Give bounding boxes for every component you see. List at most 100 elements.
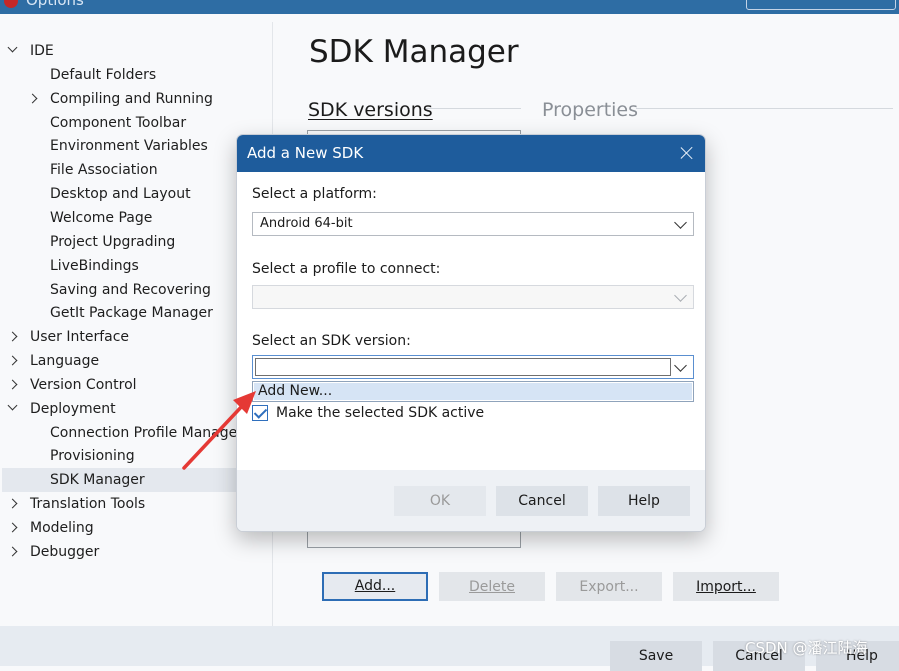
save-button-label: Save bbox=[638, 648, 674, 664]
tree-item-label: Language bbox=[30, 353, 100, 370]
tree-item[interactable]: Deployment bbox=[0, 397, 272, 421]
export-button[interactable]: Export... bbox=[556, 572, 662, 601]
tree-item-label: Debugger bbox=[30, 543, 100, 560]
import-button-label: Import... bbox=[696, 579, 756, 595]
tree-item-label: SDK Manager bbox=[50, 472, 145, 489]
options-tree: IDE Default Folders Compiling and Running C… bbox=[0, 30, 272, 620]
tree-item[interactable]: Modeling bbox=[0, 516, 272, 540]
dialog-header: Add a New SDK bbox=[237, 135, 705, 172]
tree-item-label: Default Folders bbox=[50, 66, 157, 83]
tree-item-label: IDE bbox=[30, 43, 54, 59]
chevron-down-icon bbox=[674, 216, 687, 229]
tree-item[interactable]: GetIt Package Manager bbox=[0, 301, 272, 325]
tree-item[interactable]: IDE bbox=[0, 39, 272, 63]
tree-item[interactable]: User Interface bbox=[0, 325, 272, 349]
tree-item-label: GetIt Package Manager bbox=[50, 305, 213, 322]
tree-item[interactable]: Default Folders bbox=[0, 63, 272, 87]
tree-item[interactable]: Component Toolbar bbox=[0, 111, 272, 135]
profile-label: Select a profile to connect: bbox=[252, 261, 441, 277]
tree-item[interactable]: Language bbox=[0, 349, 272, 373]
tree-item-label: Provisioning bbox=[50, 448, 135, 465]
platform-select[interactable]: Android 64-bit bbox=[252, 212, 694, 236]
tree-item[interactable]: LiveBindings bbox=[0, 254, 272, 278]
app-icon bbox=[4, 0, 18, 8]
ok-button-label: OK bbox=[429, 493, 451, 509]
tree-item-label: Environment Variables bbox=[50, 138, 208, 155]
check-icon bbox=[253, 405, 268, 419]
profile-select[interactable] bbox=[252, 285, 694, 309]
sdk-version-select[interactable] bbox=[252, 355, 694, 379]
ok-button[interactable]: OK bbox=[394, 486, 486, 516]
sdk-version-label: Select an SDK version: bbox=[252, 333, 411, 349]
tree-item-label: Project Upgrading bbox=[50, 233, 176, 250]
search-input[interactable] bbox=[746, 0, 896, 10]
tree-item-label: Modeling bbox=[30, 520, 94, 536]
window-title: Options bbox=[26, 0, 84, 9]
chevron-right-icon[interactable] bbox=[7, 355, 18, 366]
tree-item-label: LiveBindings bbox=[50, 257, 139, 274]
tree-item-label: Component Toolbar bbox=[50, 114, 187, 131]
chevron-right-icon[interactable] bbox=[7, 498, 18, 509]
chevron-right-icon[interactable] bbox=[7, 546, 18, 557]
tree-item-label: Desktop and Layout bbox=[50, 186, 191, 203]
window-title-bar: Options bbox=[0, 0, 899, 14]
chevron-right-icon[interactable] bbox=[27, 93, 38, 104]
tree-item-label: File Association bbox=[50, 162, 158, 179]
tree-item[interactable]: Compiling and Running bbox=[0, 87, 272, 111]
tab-separator bbox=[426, 108, 521, 109]
tab-sdk-versions[interactable]: SDK versions bbox=[308, 98, 433, 122]
tree-item-label: Connection Profile Manager bbox=[50, 424, 244, 441]
save-button[interactable]: Save bbox=[610, 641, 702, 671]
chevron-right-icon[interactable] bbox=[7, 379, 18, 390]
dialog-title: Add a New SDK bbox=[247, 144, 364, 162]
tree-item-label: Deployment bbox=[30, 400, 116, 417]
cancel-button-label: Cancel bbox=[518, 493, 566, 509]
add-sdk-dialog: Add a New SDK Select a platform: Android… bbox=[236, 134, 706, 532]
tree-item[interactable]: Environment Variables bbox=[0, 134, 272, 158]
delete-button-label: Delete bbox=[469, 579, 515, 595]
add-button-label: Add... bbox=[354, 578, 396, 594]
chevron-down-icon[interactable] bbox=[7, 42, 18, 53]
make-active-checkbox[interactable] bbox=[252, 405, 268, 421]
tree-item[interactable]: Translation Tools bbox=[0, 492, 272, 516]
tree-item[interactable]: Debugger bbox=[0, 540, 272, 564]
make-active-label: Make the selected SDK active bbox=[276, 405, 485, 421]
help-button[interactable]: Help bbox=[598, 486, 690, 516]
tree-item[interactable]: File Association bbox=[0, 158, 272, 182]
tab-sdk-versions-label: SDK versions bbox=[308, 99, 433, 121]
sdk-version-dropdown: Add New... bbox=[252, 381, 694, 402]
tree-item-label: User Interface bbox=[30, 329, 130, 346]
import-button[interactable]: Import... bbox=[673, 572, 779, 601]
tab-separator bbox=[636, 108, 893, 109]
delete-button[interactable]: Delete bbox=[439, 572, 545, 601]
tree-item[interactable]: Project Upgrading bbox=[0, 230, 272, 254]
tree-item[interactable]: SDK Manager bbox=[2, 468, 270, 493]
dropdown-item-add-new[interactable]: Add New... bbox=[254, 383, 692, 400]
add-button[interactable]: Add... bbox=[322, 572, 428, 601]
tree-item[interactable]: Saving and Recovering bbox=[0, 278, 272, 302]
chevron-down-icon bbox=[674, 289, 687, 302]
watermark: CSDN @潘江陆海 bbox=[745, 639, 868, 657]
export-button-label: Export... bbox=[579, 579, 639, 595]
tree-item-label: Saving and Recovering bbox=[50, 281, 211, 298]
focus-rect bbox=[255, 358, 671, 376]
page-title: SDK Manager bbox=[309, 34, 519, 70]
chevron-down-icon bbox=[674, 359, 687, 372]
tree-item[interactable]: Version Control bbox=[0, 373, 272, 397]
close-icon[interactable] bbox=[679, 145, 695, 161]
help-button-label: Help bbox=[628, 493, 660, 509]
tree-item[interactable]: Desktop and Layout bbox=[0, 182, 272, 206]
tree-item[interactable]: Provisioning bbox=[0, 444, 272, 468]
chevron-right-icon[interactable] bbox=[7, 522, 18, 533]
tree-item[interactable]: Connection Profile Manager bbox=[0, 421, 272, 445]
platform-label: Select a platform: bbox=[252, 186, 377, 202]
chevron-down-icon[interactable] bbox=[7, 400, 18, 411]
tree-item[interactable]: Welcome Page bbox=[0, 206, 272, 230]
tree-item-label: Welcome Page bbox=[50, 209, 153, 226]
chevron-right-icon[interactable] bbox=[7, 331, 18, 342]
tab-properties-label: Properties bbox=[542, 99, 639, 121]
tree-item-label: Version Control bbox=[30, 376, 137, 393]
tree-item-label: Compiling and Running bbox=[50, 90, 213, 107]
tab-properties[interactable]: Properties bbox=[542, 98, 638, 122]
cancel-button[interactable]: Cancel bbox=[496, 486, 588, 516]
